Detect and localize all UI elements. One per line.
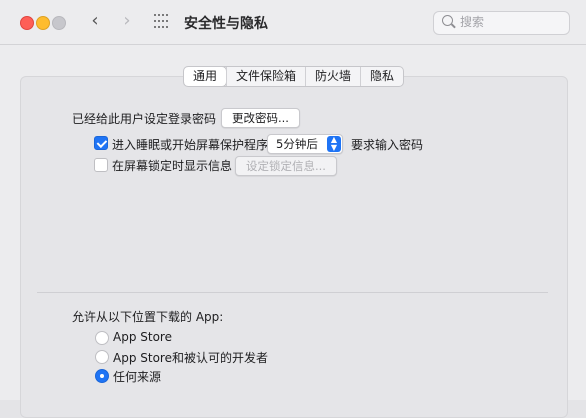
back-button[interactable]: ‹: [84, 10, 106, 32]
radio-anywhere-label: 任何来源: [113, 370, 162, 384]
show-lock-message-label: 在屏幕锁定时显示信息: [112, 159, 233, 173]
show-all-grid-icon[interactable]: [154, 14, 170, 30]
section-divider: [37, 292, 548, 293]
minimize-button[interactable]: [36, 16, 50, 30]
search-input[interactable]: [460, 14, 560, 30]
password-set-label: 已经给此用户设定登录密码: [72, 112, 217, 126]
search-field[interactable]: [433, 11, 570, 35]
security-privacy-window: ‹ › 安全性与隐私 通用 文件保险箱 防火墙 隐私 已经给此用户设定登录密码 …: [0, 0, 586, 418]
require-password-label: 进入睡眠或开始屏幕保护程序: [112, 138, 269, 152]
tab-firewall[interactable]: 防火墙: [305, 67, 360, 86]
select-value: 5分钟后: [276, 137, 318, 151]
set-lock-message-button[interactable]: 设定锁定信息...: [235, 156, 337, 176]
chevron-up-down-icon: ▲ ▼: [327, 136, 341, 152]
zoom-button[interactable]: [52, 16, 66, 30]
search-icon: [442, 15, 453, 26]
show-lock-message-checkbox[interactable]: [94, 158, 108, 172]
require-password-delay-select[interactable]: 5分钟后 ▲ ▼: [267, 134, 343, 154]
close-button[interactable]: [20, 16, 34, 30]
downloads-heading: 允许从以下位置下载的 App:: [72, 310, 224, 324]
change-password-button[interactable]: 更改密码...: [221, 108, 300, 128]
window-title: 安全性与隐私: [184, 16, 268, 32]
tab-filevault[interactable]: 文件保险箱: [226, 67, 305, 86]
radio-app-store[interactable]: [95, 331, 109, 345]
radio-app-store-label: App Store: [113, 330, 172, 344]
radio-app-store-identified[interactable]: [95, 350, 109, 364]
radio-app-store-identified-label: App Store和被认可的开发者: [113, 351, 268, 365]
title-bar: ‹ › 安全性与隐私: [0, 0, 586, 45]
radio-anywhere[interactable]: [95, 369, 109, 383]
tab-general[interactable]: 通用: [184, 67, 227, 86]
tab-bar: 通用 文件保险箱 防火墙 隐私: [183, 66, 405, 87]
tab-privacy[interactable]: 隐私: [360, 67, 403, 86]
require-password-after-label: 要求输入密码: [351, 138, 424, 152]
forward-button[interactable]: ›: [116, 10, 138, 32]
require-password-checkbox[interactable]: [94, 136, 108, 150]
